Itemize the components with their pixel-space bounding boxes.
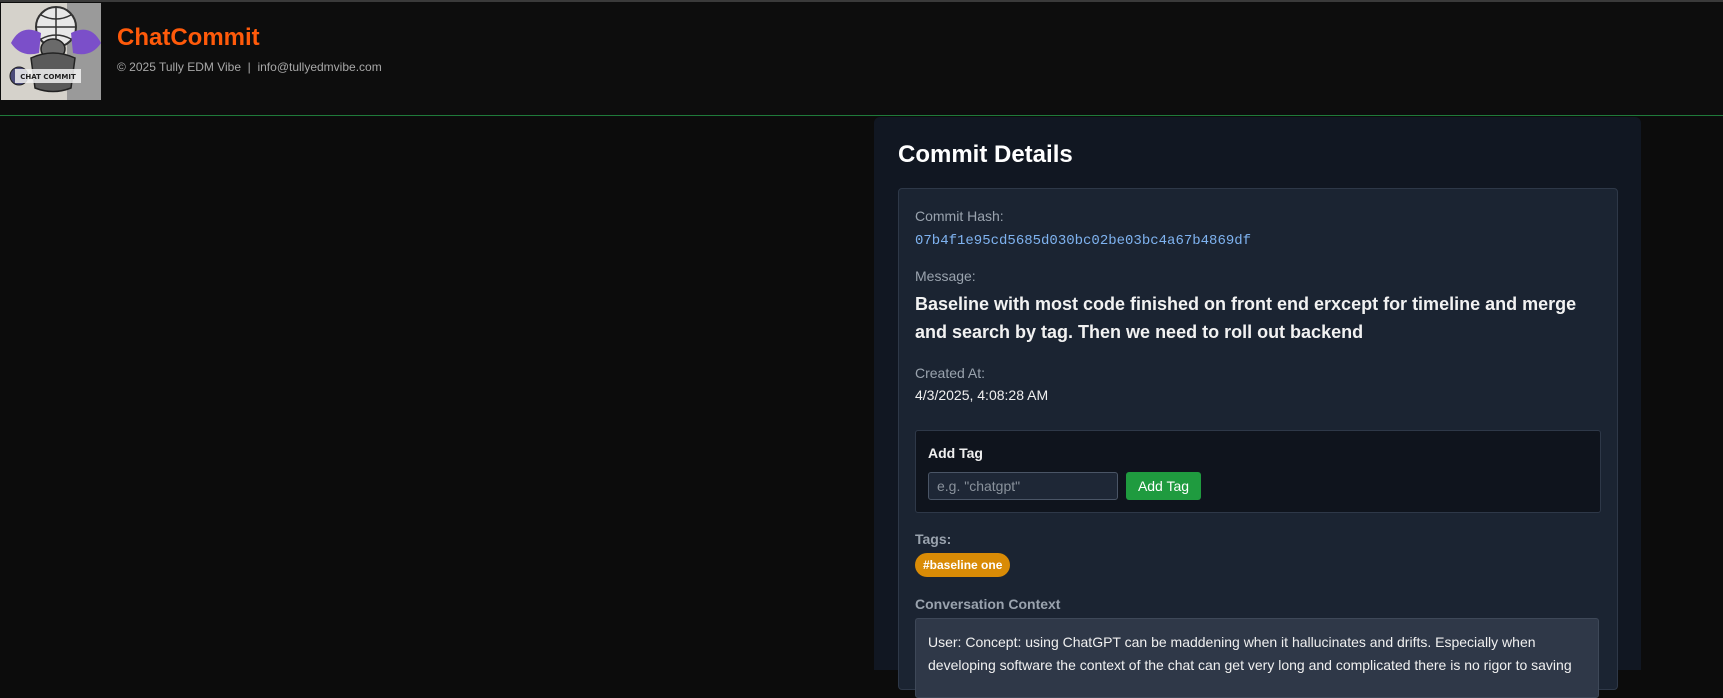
created-at-value: 4/3/2025, 4:08:28 AM bbox=[915, 387, 1049, 403]
commit-details-panel: Commit Details Commit Hash: 07b4f1e95cd5… bbox=[874, 117, 1641, 698]
panel-title: Commit Details bbox=[898, 141, 1073, 168]
commit-message: Baseline with most code finished on fron… bbox=[915, 294, 1577, 342]
add-tag-button[interactable]: Add Tag bbox=[1126, 472, 1201, 500]
add-tag-title: Add Tag bbox=[928, 445, 983, 461]
tag-input[interactable] bbox=[928, 472, 1118, 500]
message-label: Message: bbox=[915, 268, 976, 284]
commit-card: Commit Hash: 07b4f1e95cd5685d030bc02be03… bbox=[898, 188, 1618, 698]
conversation-context-label: Conversation Context bbox=[915, 596, 1061, 612]
tag-chip[interactable]: #baseline one bbox=[915, 553, 1011, 577]
conversation-context-box: User: Concept: using ChatGPT can be madd… bbox=[915, 618, 1599, 698]
commit-hash-label: Commit Hash: bbox=[915, 208, 1004, 224]
app-title: ChatCommit bbox=[117, 24, 260, 51]
tags-label: Tags: bbox=[915, 531, 952, 547]
svg-text:CHAT COMMIT: CHAT COMMIT bbox=[20, 73, 76, 81]
app-header: CHAT COMMIT ChatCommit © 2025 Tully EDM … bbox=[0, 2, 1723, 116]
created-at-label: Created At: bbox=[915, 365, 986, 381]
chatcommit-logo: CHAT COMMIT bbox=[1, 3, 101, 100]
copyright-line: © 2025 Tully EDM Vibe | info@tullyedmvib… bbox=[117, 60, 382, 74]
add-tag-section: Add Tag Add Tag bbox=[915, 430, 1601, 513]
atlas-logo-icon: CHAT COMMIT bbox=[1, 3, 101, 100]
commit-hash-value: 07b4f1e95cd5685d030bc02be03bc4a67b4869df bbox=[915, 233, 1252, 249]
